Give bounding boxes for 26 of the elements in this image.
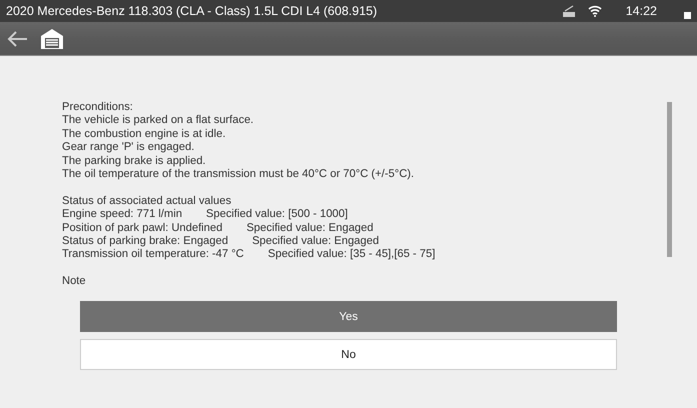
precondition-text: The oil temperature of the transmission must be 40°C or 70°C (+/-5°C). — [62, 168, 415, 182]
specified-value: Specified value: Engaged — [246, 222, 374, 234]
section-heading: Preconditions: — [62, 101, 134, 114]
yes-button[interactable]: Yes — [80, 301, 617, 332]
actual-value: Engine speed: 771 l/min — [62, 208, 182, 220]
scrollbar-thumb[interactable] — [667, 102, 672, 257]
clock-time: 14:22 — [626, 4, 657, 18]
precondition-text: The parking brake is applied. — [62, 154, 207, 168]
actual-value: Status of parking brake: Engaged — [62, 235, 228, 248]
no-button[interactable]: No — [80, 339, 617, 370]
garage-home-icon[interactable] — [40, 28, 64, 50]
specified-value: Specified value: [35 - 45],[65 - 75] — [268, 248, 436, 260]
section-heading: Status of associated actual values — [62, 194, 232, 208]
keyboard-icon — [562, 4, 576, 18]
specified-value: Specified value: Engaged — [252, 235, 379, 248]
specified-value: Specified value: [500 - 1000] — [206, 208, 348, 220]
actual-value: Transmission oil temperature: -47 °C — [62, 248, 244, 260]
precondition-text: Gear range 'P' is engaged. — [62, 141, 196, 155]
precondition-text: The combustion engine is at idle. — [62, 128, 227, 142]
window-title: 2020 Mercedes-Benz 118.303 (CLA - Class) 1.5L CDI L4 (608.915) — [6, 4, 378, 18]
precondition-text: The vehicle is parked on a flat surface. — [62, 114, 255, 128]
wifi-icon — [588, 5, 602, 17]
back-arrow-icon[interactable] — [6, 30, 28, 48]
square-icon — [684, 12, 691, 18]
section-heading: Note — [62, 275, 87, 289]
actual-value: Position of park pawl: Undefined — [62, 222, 222, 234]
